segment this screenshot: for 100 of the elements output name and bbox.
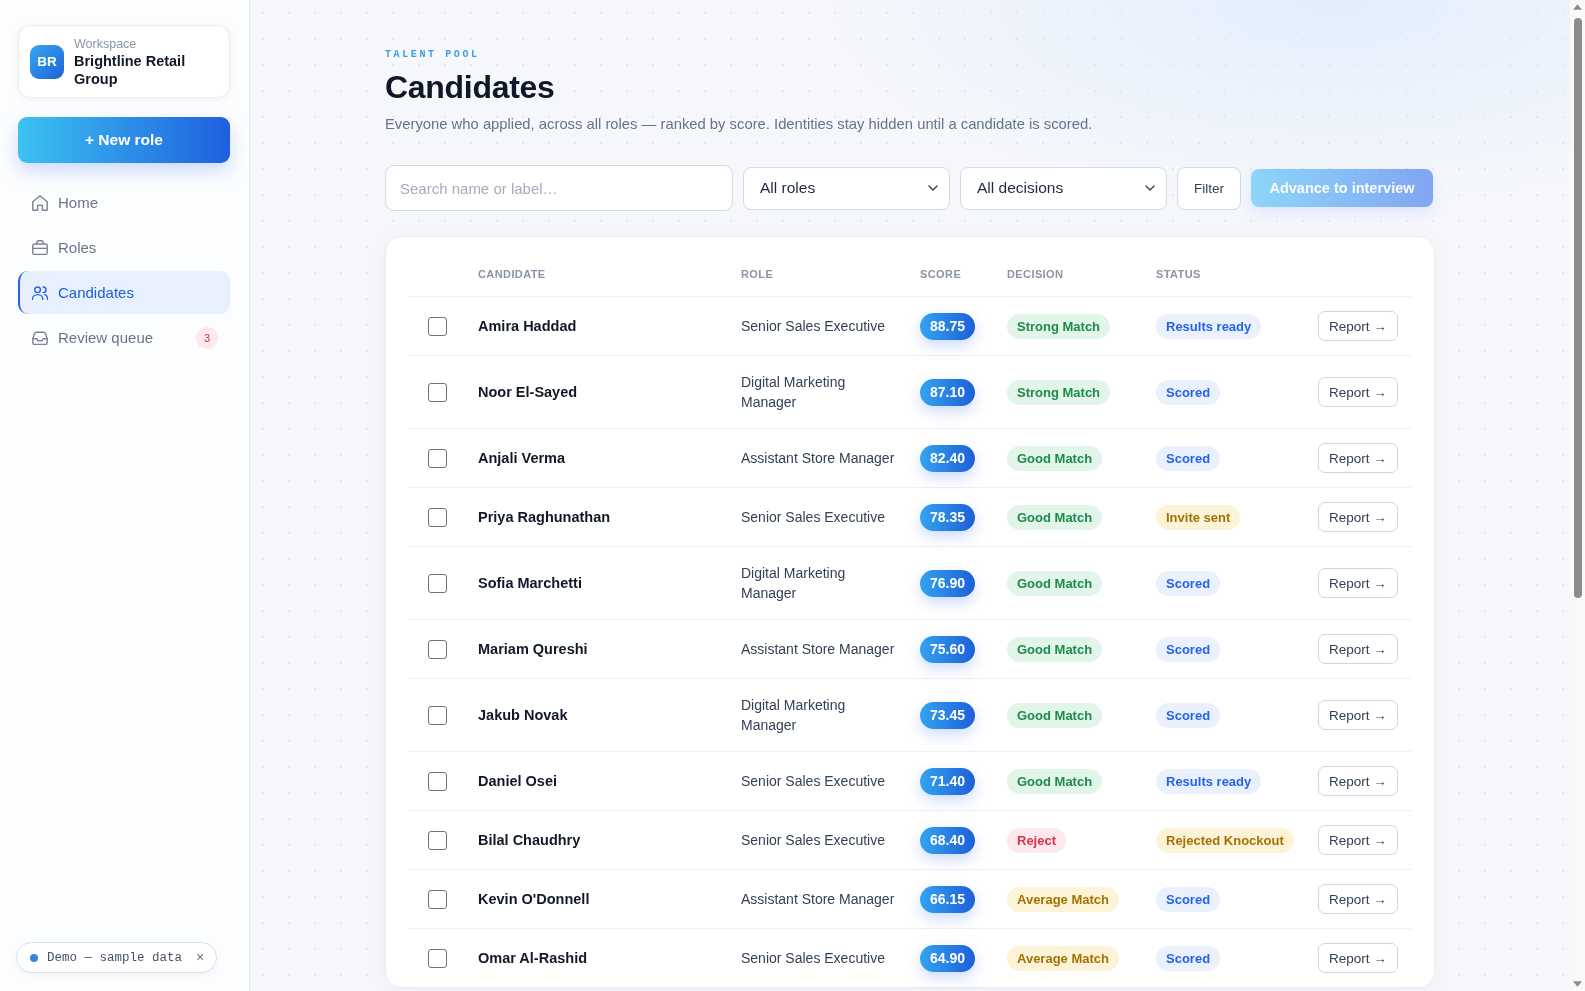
candidate-name: Jakub Novak [478, 707, 569, 723]
report-button[interactable]: Report → [1318, 311, 1398, 341]
count-badge: 3 [196, 326, 218, 349]
row-checkbox[interactable] [428, 705, 447, 725]
decision-badge: Strong Match [1007, 379, 1111, 405]
role-name: Senior Sales Executive [741, 508, 886, 527]
workspace-label: Workspace [74, 35, 138, 52]
candidate-name: Anjali Verma [478, 450, 567, 466]
candidate-name: Kevin O'Donnell [478, 891, 591, 907]
row-checkbox[interactable] [428, 639, 447, 659]
report-button[interactable]: Report → [1318, 568, 1398, 598]
candidate-name: Omar Al-Rashid [478, 950, 589, 966]
decision-badge: Good Match [1007, 504, 1103, 530]
score-badge: 82.40 [920, 444, 976, 472]
decision-badge: Good Match [1007, 768, 1103, 794]
report-button[interactable]: Report → [1318, 443, 1398, 473]
candidate-name: Priya Raghunathan [478, 509, 612, 525]
role-name: Assistant Store Manager [741, 890, 896, 909]
role-name: Assistant Store Manager [741, 449, 896, 468]
close-button[interactable]: × [196, 949, 205, 966]
candidate-name: Amira Haddad [478, 318, 578, 334]
decision-badge: Good Match [1007, 702, 1103, 728]
row-checkbox[interactable] [428, 382, 447, 402]
report-button[interactable]: Report → [1318, 825, 1398, 855]
decision-badge: Good Match [1007, 445, 1103, 471]
caret-down-icon[interactable] [1573, 981, 1582, 987]
role-name: Assistant Store Manager [741, 640, 896, 659]
briefcase-icon [32, 239, 48, 256]
caret-up-icon[interactable] [1573, 4, 1582, 10]
decision-badge: Strong Match [1007, 313, 1111, 339]
row-checkbox[interactable] [428, 889, 447, 909]
search-field[interactable]: Search name or label… [385, 165, 733, 211]
role-name: Digital Marketing Manager [741, 373, 847, 412]
status-badge: Invite sent [1156, 504, 1241, 530]
status-badge: Scored [1156, 445, 1221, 471]
workspace-initials: BR [30, 44, 64, 79]
nav-item[interactable]: Roles [18, 226, 230, 269]
role-select[interactable]: All roles [743, 166, 950, 210]
row-checkbox[interactable] [428, 948, 447, 968]
filter-button[interactable]: Filter [1177, 166, 1241, 210]
chevron-down-icon [928, 185, 938, 191]
row-checkbox[interactable] [428, 448, 447, 468]
status-badge: Results ready [1156, 768, 1262, 794]
score-badge: 64.90 [920, 944, 976, 972]
dot-icon [30, 953, 38, 962]
report-button[interactable]: Report → [1318, 700, 1398, 730]
score-badge: 66.15 [920, 885, 976, 913]
column-header: CANDIDATE [478, 267, 547, 281]
role-name: Digital Marketing Manager [741, 564, 847, 603]
score-badge: 73.45 [920, 701, 976, 729]
report-button[interactable]: Report → [1318, 943, 1398, 973]
column-header: DECISION [1007, 267, 1065, 281]
score-badge: 75.60 [920, 635, 976, 663]
status-badge: Results ready [1156, 313, 1262, 339]
row-checkbox[interactable] [428, 573, 447, 593]
page-subtitle: Everyone who applied, across all roles — ranked by score. Identities stay hidden until a candidate is scored. [385, 115, 1094, 134]
row-checkbox[interactable] [428, 771, 447, 791]
score-badge: 78.35 [920, 503, 976, 531]
decision-badge: Average Match [1007, 886, 1119, 912]
status-badge: Scored [1156, 702, 1221, 728]
column-header: SCORE [920, 267, 963, 281]
scrollbar-thumb[interactable] [1573, 18, 1582, 598]
report-button[interactable]: Report → [1318, 377, 1398, 407]
column-header: ROLE [741, 267, 775, 281]
nav-item[interactable]: Home [18, 181, 230, 224]
home-icon [32, 194, 48, 211]
score-badge: 76.90 [920, 569, 976, 597]
report-button[interactable]: Report → [1318, 766, 1398, 796]
page-title: Candidates [385, 68, 556, 106]
row-checkbox[interactable] [428, 507, 447, 527]
chevron-down-icon [1145, 185, 1155, 191]
decision-badge: Good Match [1007, 570, 1103, 596]
report-button[interactable]: Report → [1318, 884, 1398, 914]
decision-badge: Average Match [1007, 945, 1119, 971]
candidate-name: Bilal Chaudhry [478, 832, 582, 848]
workspace-card[interactable]: BR Workspace Brightline Retail Group [18, 25, 230, 98]
report-button[interactable]: Report → [1318, 634, 1398, 664]
score-badge: 68.40 [920, 826, 976, 854]
row-checkbox[interactable] [428, 830, 447, 850]
report-button[interactable]: Report → [1318, 502, 1398, 532]
inbox-icon [32, 329, 48, 346]
status-badge: Scored [1156, 945, 1221, 971]
demo-label: Demo — sample data [47, 950, 183, 965]
status-badge: Scored [1156, 886, 1221, 912]
candidate-name: Sofia Marchetti [478, 575, 583, 591]
candidate-name: Noor El-Sayed [478, 384, 579, 400]
status-badge: Scored [1156, 379, 1221, 405]
role-name: Digital Marketing Manager [741, 696, 847, 735]
nav-item[interactable]: Review queue 3 [18, 316, 230, 359]
decision-select[interactable]: All decisions [960, 166, 1167, 210]
score-badge: 87.10 [920, 378, 976, 406]
nav-item[interactable]: Candidates [18, 271, 230, 314]
role-name: Senior Sales Executive [741, 831, 886, 850]
role-name: Senior Sales Executive [741, 949, 886, 968]
role-name: Senior Sales Executive [741, 772, 886, 791]
candidate-name: Mariam Qureshi [478, 641, 589, 657]
row-checkbox[interactable] [428, 316, 447, 336]
status-badge: Scored [1156, 636, 1221, 662]
users-icon [32, 284, 48, 301]
status-badge: Rejected Knockout [1156, 827, 1294, 853]
